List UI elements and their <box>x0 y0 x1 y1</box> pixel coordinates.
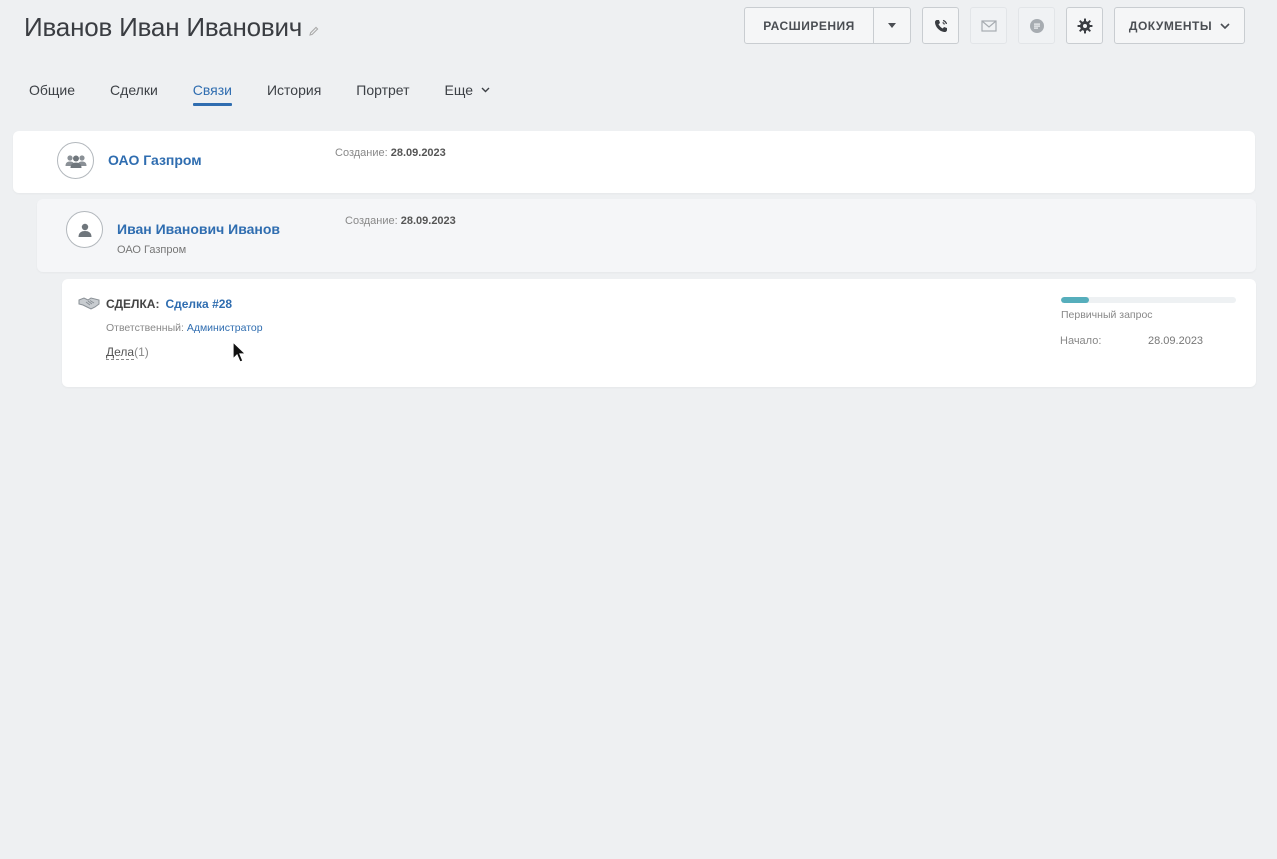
chat-icon <box>1029 18 1044 33</box>
page-title: Иванов Иван Иванович <box>24 12 320 43</box>
mail-icon <box>980 19 997 32</box>
deal-stage-label: Первичный запрос <box>1061 309 1153 321</box>
extensions-button[interactable]: РАСШИРЕНИЯ <box>744 7 911 44</box>
extensions-button-label[interactable]: РАСШИРЕНИЯ <box>745 19 873 33</box>
user-icon <box>78 223 91 237</box>
settings-button[interactable] <box>1066 7 1103 44</box>
tasks-link[interactable]: Дела <box>106 345 135 360</box>
tab-deals-label[interactable]: Сделки <box>110 82 158 98</box>
contact-created: Создание: 28.09.2023 <box>345 215 456 227</box>
tab-portrait-label[interactable]: Портрет <box>356 82 409 98</box>
deal-tasks[interactable]: Дела(1) <box>106 345 149 360</box>
contact-avatar <box>66 211 103 248</box>
tab-more-label[interactable]: Еще <box>445 82 474 98</box>
deal-stage-progress <box>1061 297 1236 303</box>
contact-company: ОАО Газпром <box>117 244 187 256</box>
deal-start-label: Начало: <box>1060 335 1102 347</box>
deal-header: СДЕЛКА: Сделка #28 <box>106 297 232 311</box>
deal-stage-progress-fill <box>1061 297 1089 303</box>
company-link[interactable]: ОАО Газпром <box>108 152 202 168</box>
responsible-label: Ответственный: <box>106 322 184 334</box>
edit-pencil-icon[interactable] <box>308 25 320 37</box>
tab-general-label[interactable]: Общие <box>29 82 75 98</box>
email-button[interactable] <box>970 7 1007 44</box>
tasks-count: (1) <box>134 345 149 359</box>
chevron-down-icon <box>1220 22 1230 29</box>
mouse-cursor-icon <box>232 341 247 363</box>
contact-title: Иванов Иван Иванович <box>24 12 303 42</box>
tab-history[interactable]: История <box>267 82 321 106</box>
company-relation-card: ОАО Газпром Создание: 28.09.2023 <box>13 131 1255 193</box>
tab-general[interactable]: Общие <box>29 82 75 106</box>
header-toolbar: РАСШИРЕНИЯ ДОКУМЕНТЫ <box>744 7 1245 44</box>
call-button[interactable] <box>922 7 959 44</box>
contact-relation-card: Иван Иванович Иванов ОАО Газпром Создани… <box>37 199 1256 272</box>
handshake-icon <box>78 297 100 310</box>
documents-button-label[interactable]: ДОКУМЕНТЫ <box>1129 19 1212 33</box>
chat-button[interactable] <box>1018 7 1055 44</box>
deal-relation-card: СДЕЛКА: Сделка #28 Ответственный: Админи… <box>62 279 1256 387</box>
deal-link[interactable]: Сделка #28 <box>165 297 232 311</box>
group-icon <box>65 154 86 168</box>
chevron-down-icon <box>481 87 490 93</box>
company-created: Создание: 28.09.2023 <box>335 147 446 159</box>
tab-bar: Общие Сделки Связи История Портрет Еще <box>29 82 525 106</box>
contact-created-date: 28.09.2023 <box>400 215 456 227</box>
tab-deals[interactable]: Сделки <box>110 82 158 106</box>
company-avatar <box>57 142 94 179</box>
caret-down-icon <box>888 23 896 28</box>
tab-relations-label[interactable]: Связи <box>193 82 232 98</box>
deal-type-label: СДЕЛКА: <box>106 297 160 311</box>
phone-icon <box>934 19 947 32</box>
documents-button[interactable]: ДОКУМЕНТЫ <box>1114 7 1245 44</box>
gear-icon <box>1077 18 1092 33</box>
contact-created-label: Создание: <box>345 215 398 227</box>
company-created-label: Создание: <box>335 147 388 159</box>
tab-history-label[interactable]: История <box>267 82 321 98</box>
deal-start-date: 28.09.2023 <box>1148 335 1204 347</box>
company-created-date: 28.09.2023 <box>390 147 446 159</box>
deal-responsible: Ответственный: Администратор <box>106 322 263 334</box>
contact-link[interactable]: Иван Иванович Иванов <box>117 221 280 237</box>
responsible-link[interactable]: Администратор <box>187 322 263 334</box>
tab-more[interactable]: Еще <box>445 82 491 106</box>
extensions-dropdown-toggle[interactable] <box>873 8 910 43</box>
tab-relations[interactable]: Связи <box>192 82 233 106</box>
tab-portrait[interactable]: Портрет <box>356 82 409 106</box>
